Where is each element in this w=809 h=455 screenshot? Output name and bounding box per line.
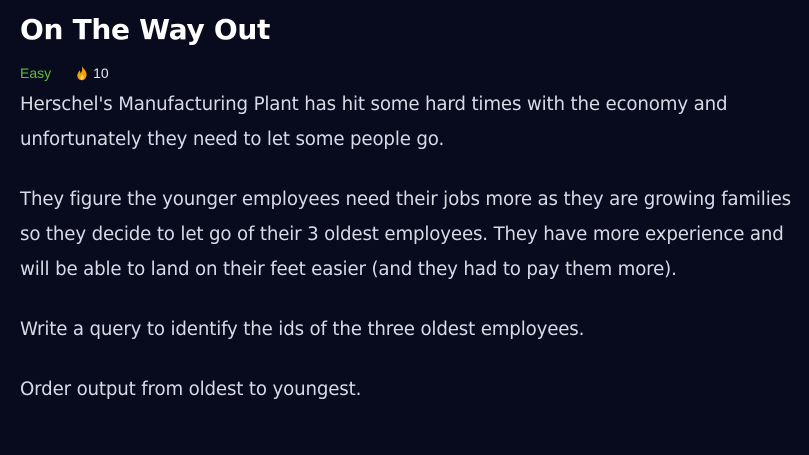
problem-title: On The Way Out	[20, 13, 271, 46]
likes-value: 10	[93, 65, 109, 81]
problem-meta: Easy 10	[20, 62, 795, 84]
description-paragraph: Herschel's Manufacturing Plant has hit s…	[20, 94, 728, 150]
description-paragraph: Order output from oldest to youngest.	[20, 379, 362, 400]
problem-description: Herschel's Manufacturing Plant has hit s…	[20, 87, 795, 407]
likes-count[interactable]: 10	[75, 65, 109, 81]
difficulty-badge: Easy	[20, 65, 52, 81]
description-paragraph: Write a query to identify the ids of the…	[20, 319, 585, 340]
description-paragraph: They figure the younger employees need t…	[20, 189, 791, 280]
problem-panel: On The Way Out Easy 10 Herschel's Manufa…	[20, 10, 795, 432]
fire-icon	[77, 65, 87, 81]
